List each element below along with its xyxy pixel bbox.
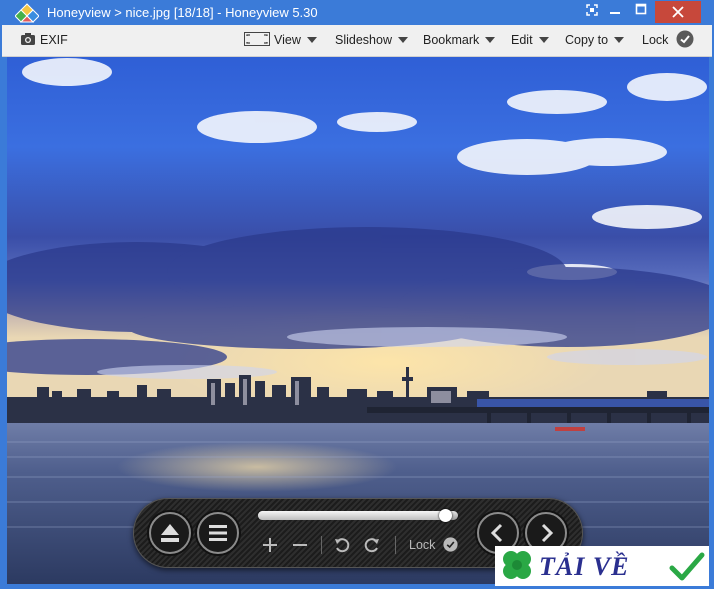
rotate-left-icon[interactable] [333, 536, 351, 554]
close-button[interactable] [655, 1, 701, 23]
copy-to-label: Copy to [565, 33, 609, 47]
slideshow-menu[interactable]: Slideshow [335, 25, 408, 56]
watermark-logo: TẢI VỀ [495, 546, 709, 586]
fit-screen-icon [244, 32, 270, 46]
edit-label: Edit [511, 33, 533, 47]
clover-icon [503, 551, 531, 579]
control-lock-button[interactable]: Lock [409, 537, 458, 552]
zoom-in-icon[interactable] [261, 536, 279, 554]
lock-button[interactable]: Lock [642, 25, 694, 56]
minimize-icon [610, 12, 620, 14]
exif-label: EXIF [40, 33, 68, 47]
view-label: View [274, 33, 301, 47]
rotate-right-icon[interactable] [363, 536, 381, 554]
image-position-slider[interactable] [258, 509, 458, 522]
check-circle-icon [443, 537, 458, 552]
chevron-down-icon [538, 37, 549, 43]
control-lock-label: Lock [409, 538, 436, 552]
maximize-icon [635, 3, 647, 15]
honeyview-app-icon [15, 3, 39, 23]
eject-button[interactable] [149, 512, 191, 554]
check-circle-icon [676, 30, 694, 48]
toolbar: EXIF View Slideshow Bookmark Edit Copy t… [2, 25, 712, 57]
divider [321, 536, 322, 554]
chevron-down-icon [485, 37, 496, 43]
close-icon [672, 6, 684, 18]
chevron-down-icon [614, 37, 625, 43]
eject-icon [161, 524, 179, 542]
chevron-down-icon [306, 37, 317, 43]
window-title: Honeyview > nice.jpg [18/18] - Honeyview… [47, 5, 318, 20]
watermark-text: TẢI VỀ [539, 552, 630, 581]
bookmark-menu[interactable]: Bookmark [423, 25, 496, 56]
menu-button[interactable] [197, 512, 239, 554]
exif-button[interactable]: EXIF [20, 25, 68, 56]
slider-thumb[interactable] [439, 509, 452, 522]
chevron-down-icon [397, 37, 408, 43]
slider-fill [258, 511, 446, 520]
checkmark-icon [669, 552, 705, 581]
hamburger-menu-icon [209, 525, 227, 541]
maximize-button[interactable] [628, 1, 654, 23]
fullscreen-icon [586, 4, 598, 16]
image-viewer[interactable]: Lock [7, 57, 709, 584]
zoom-out-icon[interactable] [291, 536, 309, 554]
copy-to-menu[interactable]: Copy to [565, 25, 625, 56]
honeyview-window: Honeyview > nice.jpg [18/18] - Honeyview… [0, 0, 714, 589]
slideshow-label: Slideshow [335, 33, 392, 47]
title-bar[interactable]: Honeyview > nice.jpg [18/18] - Honeyview… [1, 1, 713, 25]
edit-menu[interactable]: Edit [511, 25, 549, 56]
divider [395, 536, 396, 554]
bookmark-label: Bookmark [423, 33, 480, 47]
minimize-button[interactable] [602, 1, 628, 23]
camera-icon [21, 33, 35, 45]
lock-label: Lock [642, 33, 669, 47]
view-menu[interactable]: View [244, 25, 317, 56]
